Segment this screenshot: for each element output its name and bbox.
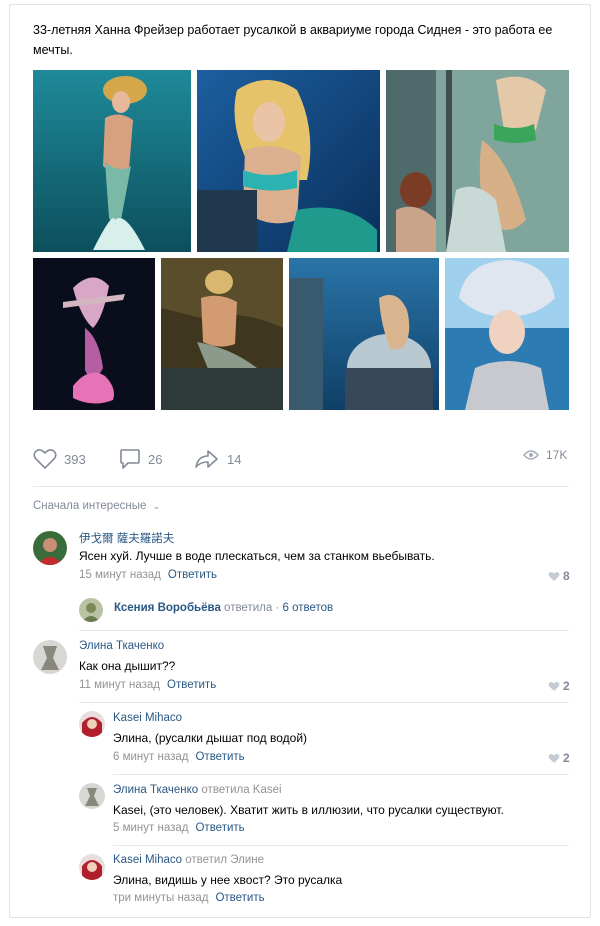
avatar[interactable] bbox=[79, 711, 105, 737]
heart-icon bbox=[33, 449, 57, 470]
reply-author: Элина Ткаченко ответила Kasei bbox=[113, 784, 282, 796]
photo-mermaid-2[interactable] bbox=[197, 70, 380, 252]
avatar[interactable] bbox=[33, 640, 67, 674]
reply-like-button[interactable]: 2 bbox=[548, 751, 570, 765]
reply-time[interactable]: 5 минут назад bbox=[113, 822, 188, 834]
reply-like-count: 2 bbox=[563, 751, 570, 765]
like-button[interactable]: 393 bbox=[33, 448, 86, 470]
reply-button[interactable]: Ответить bbox=[215, 892, 264, 904]
divider bbox=[113, 774, 569, 775]
sort-dropdown[interactable]: Сначала интересные ⌄ bbox=[33, 500, 160, 512]
views-count: 17K bbox=[546, 448, 568, 462]
sort-label: Сначала интересные bbox=[33, 500, 147, 512]
comment-meta: 11 минут назад Ответить bbox=[79, 679, 216, 691]
avatar[interactable] bbox=[79, 783, 105, 809]
share-icon bbox=[195, 450, 218, 468]
replies-thread-link[interactable]: Ксения Воробьёва ответила · 6 ответов bbox=[114, 602, 333, 614]
reply-author-name[interactable]: Kasei Mihaco bbox=[113, 854, 182, 866]
reply-text: Kasei, (это человек). Хватит жить в иллю… bbox=[113, 803, 504, 817]
reply-author: Kasei Mihaco bbox=[113, 712, 182, 724]
reply-author-name[interactable]: Элина Ткаченко bbox=[113, 784, 198, 796]
comment-text: Ясен хуй. Лучше в воде плескаться, чем з… bbox=[79, 549, 435, 563]
like-count: 393 bbox=[64, 451, 86, 467]
divider bbox=[33, 486, 569, 487]
reply-text: Элина, видишь у нее хвост? Это русалка bbox=[113, 873, 343, 887]
reply-author: Kasei Mihaco ответил Элине bbox=[113, 854, 264, 866]
reply-button[interactable]: Ответить bbox=[167, 679, 216, 691]
photo-mermaid-3[interactable] bbox=[386, 70, 569, 252]
reply-button[interactable]: Ответить bbox=[195, 822, 244, 834]
comment-time[interactable]: 11 минут назад bbox=[79, 679, 160, 691]
comment-icon bbox=[120, 449, 140, 469]
divider bbox=[79, 702, 569, 703]
photo-mermaid-7[interactable] bbox=[445, 258, 569, 410]
reply-button[interactable]: Ответить bbox=[168, 569, 217, 581]
avatar[interactable] bbox=[79, 598, 103, 622]
reply-suffix: ответил Элине bbox=[185, 854, 265, 866]
chevron-down-icon: ⌄ bbox=[152, 501, 161, 511]
views-counter: 17K bbox=[523, 448, 567, 462]
reply-meta: 6 минут назад Ответить bbox=[113, 751, 245, 763]
avatar[interactable] bbox=[79, 854, 105, 880]
comment-like-count: 2 bbox=[563, 679, 570, 693]
photo-mermaid-6[interactable] bbox=[289, 258, 439, 410]
share-button[interactable]: 14 bbox=[194, 448, 241, 470]
reply-meta: 5 минут назад Ответить bbox=[113, 822, 245, 834]
comment-count: 26 bbox=[148, 451, 163, 467]
comment-meta: 15 минут назад Ответить bbox=[79, 569, 217, 581]
heart-icon bbox=[548, 681, 560, 691]
share-count: 14 bbox=[227, 451, 242, 467]
thread-count: 6 ответов bbox=[282, 602, 334, 614]
heart-icon bbox=[548, 753, 560, 763]
divider bbox=[113, 845, 569, 846]
photo-mermaid-4[interactable] bbox=[33, 258, 155, 410]
reply-time[interactable]: 6 минут назад bbox=[113, 751, 188, 763]
comment-like-button[interactable]: 8 bbox=[548, 569, 570, 583]
eye-icon bbox=[523, 450, 539, 460]
avatar[interactable] bbox=[33, 531, 67, 565]
comment-time[interactable]: 15 минут назад bbox=[79, 569, 161, 581]
reply-meta: три минуты назад Ответить bbox=[113, 892, 265, 904]
reply-author-name[interactable]: Kasei Mihaco bbox=[113, 712, 182, 724]
heart-icon bbox=[548, 571, 560, 581]
thread-author: Ксения Воробьёва bbox=[114, 602, 221, 614]
comment-author[interactable]: 伊戈爾 薩夫羅諾夫 bbox=[79, 530, 174, 546]
post-text: 33-летняя Ханна Фрейзер работает русалко… bbox=[33, 23, 553, 57]
photo-mermaid-5[interactable] bbox=[161, 258, 283, 410]
reply-button[interactable]: Ответить bbox=[195, 751, 244, 763]
comment-text: Как она дышит?? bbox=[79, 659, 176, 673]
thread-verb: ответила bbox=[224, 602, 273, 614]
reply-time[interactable]: три минуты назад bbox=[113, 892, 208, 904]
photo-mermaid-1[interactable] bbox=[33, 70, 191, 252]
comment-author[interactable]: Элина Ткаченко bbox=[79, 640, 164, 652]
comment-like-count: 8 bbox=[563, 569, 570, 583]
reply-suffix: ответила Kasei bbox=[201, 784, 282, 796]
comment-like-button[interactable]: 2 bbox=[548, 679, 570, 693]
reply-text: Элина, (русалки дышат под водой) bbox=[113, 731, 308, 745]
comment-button[interactable]: 26 bbox=[119, 448, 162, 470]
divider bbox=[79, 630, 569, 631]
